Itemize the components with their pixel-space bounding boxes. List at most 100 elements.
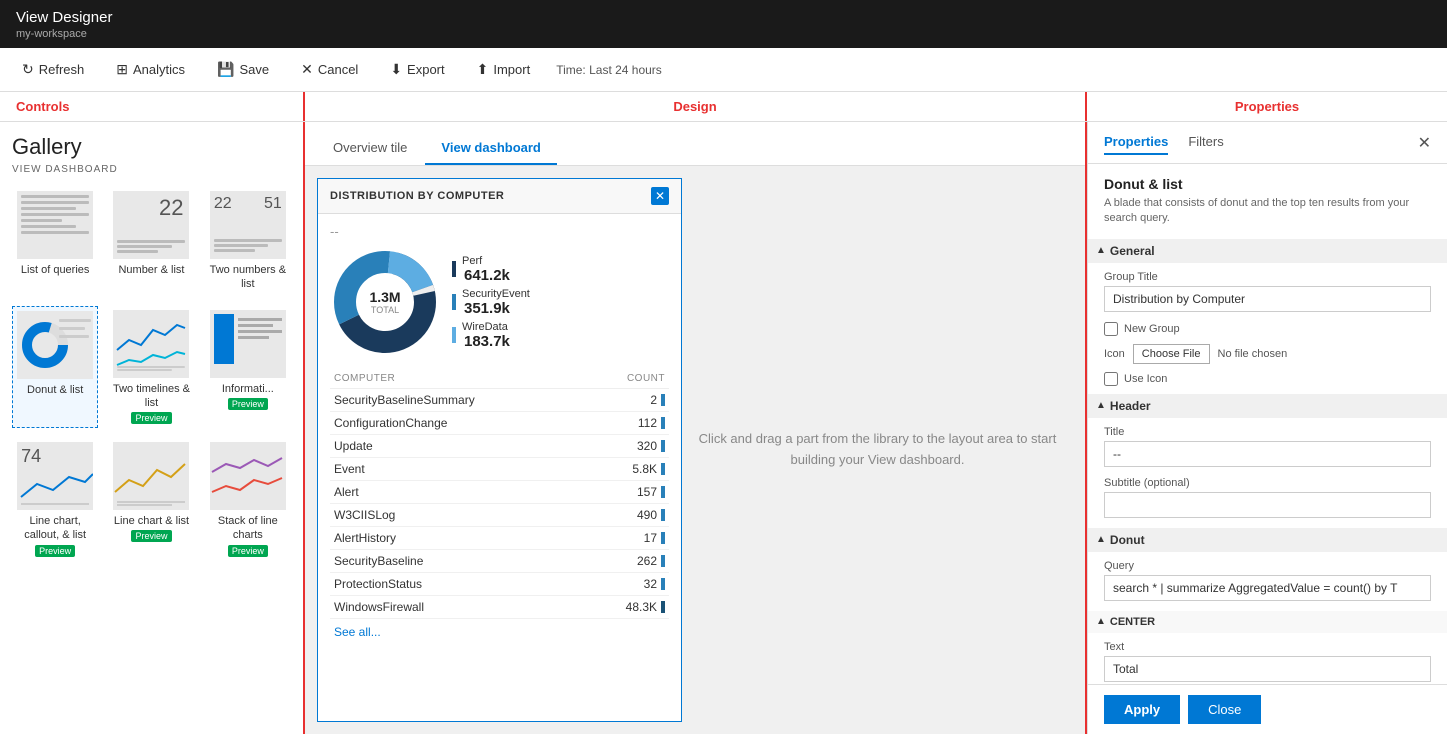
gallery-item-stack-charts[interactable]: Stack of line charts Preview xyxy=(205,438,291,561)
count-indicator xyxy=(661,394,665,406)
gallery-item-donut-list[interactable]: Donut & list xyxy=(12,306,98,429)
table-row: SecurityBaselineSummary2 xyxy=(330,389,669,412)
count-val: 5.8K xyxy=(632,462,657,476)
legend-label-wiredata: WireData xyxy=(462,321,510,333)
props-tab-properties[interactable]: Properties xyxy=(1104,130,1168,155)
cancel-button[interactable]: ✕ Cancel xyxy=(295,57,364,82)
field-query: Query xyxy=(1104,560,1431,601)
widget-close-button[interactable]: ✕ xyxy=(651,187,669,205)
count-indicator xyxy=(661,463,665,475)
checkbox-new-group[interactable] xyxy=(1104,322,1118,336)
gallery-label-two-timelines: Two timelines & list xyxy=(112,382,190,411)
label-icon: Icon xyxy=(1104,348,1125,360)
close-button[interactable]: Close xyxy=(1188,695,1261,724)
table-cell-count: 32 xyxy=(587,573,669,596)
props-close-button[interactable]: ✕ xyxy=(1418,133,1431,153)
export-button[interactable]: ⬇ Export xyxy=(384,57,450,82)
analytics-icon: ⊞ xyxy=(116,61,128,78)
field-subtitle: Subtitle (optional) xyxy=(1104,477,1431,518)
import-button[interactable]: ⬆ Import xyxy=(471,57,537,82)
props-tab-filters[interactable]: Filters xyxy=(1188,130,1223,155)
props-section-title: Donut & list xyxy=(1104,176,1431,192)
legend-color-security xyxy=(452,294,456,310)
donut-center: 1.3M TOTAL xyxy=(369,289,400,315)
gallery-thumb-two-timelines xyxy=(113,310,189,378)
donut-legend: Perf 641.2k SecurityEvent 351.9k xyxy=(452,255,530,350)
gallery-item-line-list[interactable]: Line chart & list Preview xyxy=(108,438,194,561)
legend-item-wiredata: WireData 183.7k xyxy=(452,321,530,350)
label-title: Title xyxy=(1104,426,1431,438)
drop-zone: Click and drag a part from the library t… xyxy=(682,178,1073,722)
table-cell-computer: W3CIISLog xyxy=(330,504,587,527)
gallery-thumb-donut-list xyxy=(17,311,93,379)
props-group-general-label: General xyxy=(1110,244,1155,258)
count-bar: 5.8K xyxy=(632,462,665,476)
collapse-icon-center: ▲ xyxy=(1096,616,1106,627)
input-subtitle[interactable] xyxy=(1104,492,1431,518)
gallery-item-information[interactable]: Informati... Preview xyxy=(205,306,291,429)
export-icon: ⬇ xyxy=(390,61,402,78)
gallery-item-line-callout[interactable]: 74 Line chart, callout, & list Preview xyxy=(12,438,98,561)
analytics-button[interactable]: ⊞ Analytics xyxy=(110,57,191,82)
gallery-thumb-list-queries xyxy=(17,191,93,259)
gallery-item-two-timelines[interactable]: Two timelines & list Preview xyxy=(108,306,194,429)
legend-value-perf: 641.2k xyxy=(464,267,510,284)
label-use-icon: Use Icon xyxy=(1124,373,1167,385)
table-row: Update320 xyxy=(330,435,669,458)
checkbox-use-icon[interactable] xyxy=(1104,372,1118,386)
apply-button[interactable]: Apply xyxy=(1104,695,1180,724)
table-cell-computer: ProtectionStatus xyxy=(330,573,587,596)
props-body: Donut & list A blade that consists of do… xyxy=(1088,164,1447,684)
refresh-icon: ↻ xyxy=(22,61,34,78)
table-row: SecurityBaseline262 xyxy=(330,550,669,573)
table-cell-count: 320 xyxy=(587,435,669,458)
table-cell-computer: WindowsFirewall xyxy=(330,596,587,619)
input-group-title[interactable] xyxy=(1104,286,1431,312)
preview-badge-two-timelines: Preview xyxy=(131,412,171,424)
donut-total-label: TOTAL xyxy=(369,305,400,315)
field-title: Title xyxy=(1104,426,1431,467)
count-bar: 32 xyxy=(644,577,665,591)
count-indicator xyxy=(661,509,665,521)
gallery-item-list-queries[interactable]: List of queries xyxy=(12,187,98,296)
table-cell-count: 5.8K xyxy=(587,458,669,481)
design-panel: Overview tile View dashboard DISTRIBUTIO… xyxy=(305,122,1087,734)
choose-file-button[interactable]: Choose File xyxy=(1133,344,1210,364)
tab-view-dashboard[interactable]: View dashboard xyxy=(425,132,556,165)
table-row: ProtectionStatus 32 xyxy=(330,573,669,596)
count-indicator xyxy=(661,601,665,613)
count-indicator xyxy=(661,578,665,590)
count-indicator xyxy=(661,417,665,429)
gallery-label-number-list: Number & list xyxy=(118,263,184,277)
donut-total-value: 1.3M xyxy=(369,289,400,305)
refresh-button[interactable]: ↻ Refresh xyxy=(16,57,90,82)
count-bar: 48.3K xyxy=(626,600,665,614)
field-group-title: Group Title xyxy=(1104,271,1431,312)
table-cell-count: 2 xyxy=(587,389,669,412)
input-center-text[interactable] xyxy=(1104,656,1431,682)
gallery-item-number-list[interactable]: 22 Number & list xyxy=(108,187,194,296)
props-tabs: Properties Filters xyxy=(1104,130,1224,155)
count-bar: 157 xyxy=(637,485,665,499)
see-all-link[interactable]: See all... xyxy=(330,619,669,645)
input-title[interactable] xyxy=(1104,441,1431,467)
tab-overview-tile[interactable]: Overview tile xyxy=(317,132,423,165)
count-bar: 112 xyxy=(638,416,665,430)
gallery-thumb-line-callout: 74 xyxy=(17,442,93,510)
table-cell-computer: Event xyxy=(330,458,587,481)
count-val: 17 xyxy=(644,531,657,545)
title-bar: View Designer my-workspace xyxy=(0,0,1447,48)
input-query[interactable] xyxy=(1104,575,1431,601)
gallery-item-two-numbers[interactable]: 22 51 Two numbers & list xyxy=(205,187,291,296)
table-row: ConfigurationChange112 xyxy=(330,412,669,435)
file-no-chosen-label: No file chosen xyxy=(1218,348,1288,360)
count-val: 320 xyxy=(637,439,657,453)
save-button[interactable]: 💾 Save xyxy=(211,57,275,82)
count-indicator xyxy=(661,532,665,544)
legend-value-wiredata: 183.7k xyxy=(464,333,510,350)
gallery-thumb-information xyxy=(210,310,286,378)
legend-value-security: 351.9k xyxy=(464,300,530,317)
count-bar: 2 xyxy=(650,393,665,407)
count-indicator xyxy=(661,440,665,452)
import-icon: ⬆ xyxy=(477,61,489,78)
